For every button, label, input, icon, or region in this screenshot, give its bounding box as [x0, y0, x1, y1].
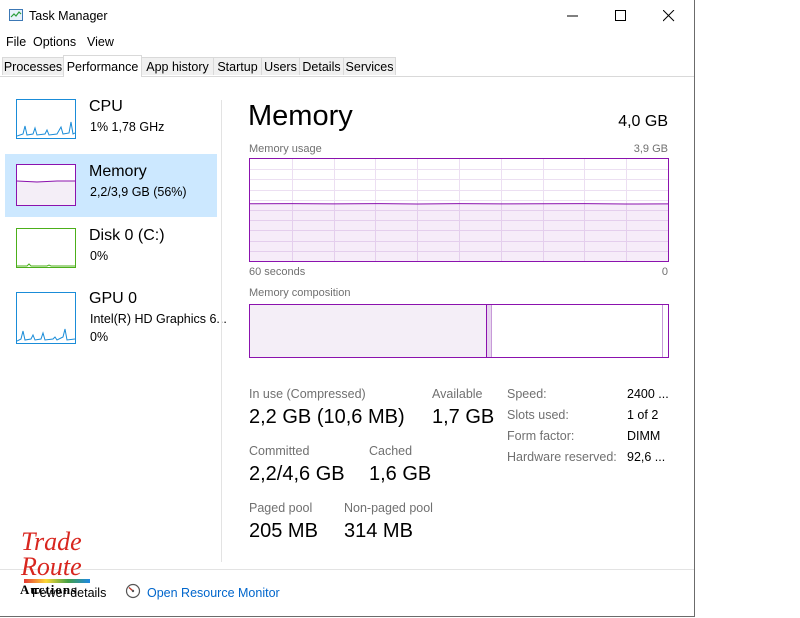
sidebar-gpu-detail: 0%	[90, 330, 109, 344]
cached-value: 1,6 GB	[369, 463, 432, 485]
menu-view[interactable]: View	[87, 35, 114, 49]
title-bar: Task Manager	[0, 0, 694, 32]
graph-axis-right: 0	[661, 266, 668, 278]
sidebar-item-disk[interactable]: Disk 0 (C:) 0%	[5, 223, 217, 286]
close-button[interactable]	[645, 0, 693, 32]
menu-options[interactable]: Options	[33, 35, 76, 49]
committed-value: 2,2/4,6 GB	[249, 463, 345, 485]
sidebar-disk-detail: 0%	[90, 249, 109, 263]
tab-services[interactable]: Services	[343, 57, 396, 75]
available-value: 1,7 GB	[432, 406, 495, 428]
watermark-line-2: Route	[21, 552, 82, 581]
sidebar-item-cpu[interactable]: CPU 1% 1,78 GHz	[5, 94, 217, 157]
disk-sparkline	[17, 263, 75, 267]
memory-usage-area	[250, 203, 668, 261]
memory-composition-plot	[250, 305, 663, 357]
page-title: Memory	[248, 100, 353, 132]
speed-label: Speed:	[507, 387, 547, 401]
task-manager-window: Task Manager File Options View Processes…	[0, 0, 695, 617]
close-icon	[663, 10, 675, 22]
paged-pool-value: 205 MB	[249, 520, 318, 542]
open-resource-monitor-link[interactable]: Open Resource Monitor	[147, 586, 280, 600]
memory-total: 4,0 GB	[618, 113, 668, 130]
cached-label: Cached	[369, 444, 413, 458]
memory-usage-max: 3,9 GB	[633, 143, 668, 155]
memory-composition-bar	[249, 304, 669, 358]
sidebar-cpu-name: CPU	[89, 98, 123, 115]
speed-value: 2400 ...	[627, 387, 669, 401]
minimize-icon	[567, 15, 578, 17]
menu-file[interactable]: File	[6, 35, 26, 49]
hardware-reserved-label: Hardware reserved:	[507, 450, 617, 464]
sidebar-disk-name: Disk 0 (C:)	[89, 227, 165, 244]
gpu-sparkline	[16, 328, 76, 342]
trade-route-auctions-watermark: Trade Route Auctions	[14, 527, 94, 602]
composition-modified	[487, 305, 491, 357]
memory-composition-label: Memory composition	[249, 287, 351, 299]
memory-usage-plot	[249, 159, 669, 261]
available-label: Available	[432, 387, 483, 401]
tab-processes[interactable]: Processes	[2, 57, 64, 75]
tab-users[interactable]: Users	[261, 57, 300, 75]
tab-performance[interactable]: Performance	[63, 55, 142, 77]
composition-in-use	[250, 305, 486, 357]
minimize-button[interactable]	[549, 0, 597, 32]
nonpaged-pool-value: 314 MB	[344, 520, 413, 542]
tab-bar: Processes Performance App history Startu…	[0, 55, 694, 77]
sidebar-item-gpu[interactable]: GPU 0 Intel(R) HD Graphics 6... 0%	[5, 286, 227, 356]
cpu-sparkline	[16, 121, 76, 137]
sidebar-memory-detail: 2,2/3,9 GB (56%)	[90, 185, 187, 199]
sidebar-gpu-model: Intel(R) HD Graphics 6...	[90, 312, 227, 326]
hardware-reserved-value: 92,6 ...	[627, 450, 666, 464]
task-manager-app-icon	[9, 9, 23, 21]
graph-axis-left: 60 seconds	[249, 266, 306, 278]
slots-used-label: Slots used:	[507, 408, 569, 422]
in-use-label: In use (Compressed)	[249, 387, 366, 401]
in-use-value: 2,2 GB (10,6 MB)	[249, 406, 405, 428]
maximize-button[interactable]	[597, 0, 645, 32]
sidebar-cpu-detail: 1% 1,78 GHz	[90, 120, 165, 134]
disk-thumbnail-graph	[16, 228, 76, 268]
sidebar-divider	[221, 100, 222, 562]
sidebar-item-memory[interactable]: Memory 2,2/3,9 GB (56%)	[5, 154, 217, 217]
cpu-thumbnail-graph	[16, 99, 76, 139]
committed-label: Committed	[249, 444, 310, 458]
resource-sidebar: CPU 1% 1,78 GHz Memory 2,2/3,9 GB (56%) …	[5, 94, 227, 564]
form-factor-label: Form factor:	[507, 429, 575, 443]
tab-app-history[interactable]: App history	[141, 57, 214, 75]
memory-usage-graph	[249, 158, 669, 262]
memory-thumbnail-graph	[16, 164, 76, 206]
maximize-icon	[615, 10, 626, 21]
memory-sparkline	[16, 180, 75, 205]
gpu-thumbnail-graph	[16, 292, 76, 344]
resource-monitor-icon	[125, 583, 141, 599]
tab-startup[interactable]: Startup	[213, 57, 262, 75]
slots-used-value: 1 of 2	[627, 408, 659, 422]
paged-pool-label: Paged pool	[249, 501, 313, 515]
nonpaged-pool-label: Non-paged pool	[344, 501, 433, 515]
footer-divider	[0, 569, 694, 570]
form-factor-value: DIMM	[627, 429, 661, 443]
window-title: Task Manager	[29, 9, 108, 23]
watermark-line-3: Auctions	[20, 582, 78, 597]
sidebar-memory-name: Memory	[89, 163, 147, 180]
memory-usage-label: Memory usage	[249, 143, 322, 155]
tab-details[interactable]: Details	[299, 57, 344, 75]
sidebar-gpu-name: GPU 0	[89, 290, 138, 307]
